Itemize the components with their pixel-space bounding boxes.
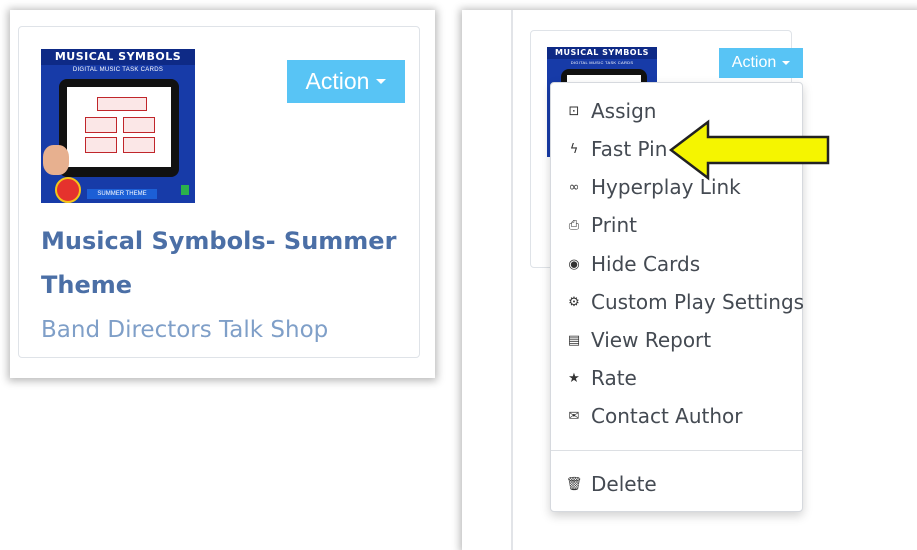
menu-item-label: Fast Pin (591, 137, 668, 161)
assign-icon: ⊡ (568, 103, 580, 119)
right-screenshot-panel: MUSICAL SYMBOLS DIGITAL MUSIC TASK CARDS… (462, 10, 917, 550)
action-button-label: Action (731, 54, 777, 71)
envelope-icon: ✉ (568, 408, 580, 424)
gear-icon: ⚙ (568, 294, 580, 310)
screen-question-box (97, 97, 147, 111)
thumbnail-theme-label: SUMMER THEME (87, 189, 157, 199)
menu-item-delete[interactable]: 🗑 Delete (565, 469, 657, 499)
menu-divider (551, 450, 802, 451)
thumbnail-subtitle: DIGITAL MUSIC TASK CARDS (570, 60, 634, 65)
sidebar-divider (511, 10, 513, 550)
eye-icon: ◉ (568, 256, 580, 272)
screen-answer-box (123, 117, 155, 133)
left-screenshot-panel: MUSICAL SYMBOLS DIGITAL MUSIC TASK CARDS… (10, 10, 435, 378)
tablet-image (59, 79, 179, 177)
action-dropdown-button[interactable]: Action (287, 60, 405, 103)
screen-answer-box (123, 137, 155, 153)
caret-down-icon (782, 61, 791, 65)
thumbnail-title: MUSICAL SYMBOLS (547, 47, 657, 59)
bolt-icon: ϟ (569, 141, 579, 157)
menu-item-label: Custom Play Settings (591, 290, 805, 314)
badge-icon (55, 177, 81, 203)
menu-item-contact-author[interactable]: ✉ Contact Author (565, 401, 743, 431)
screen-answer-box (85, 117, 117, 133)
menu-item-fast-pin[interactable]: ϟ Fast Pin (565, 134, 668, 164)
menu-item-label: Rate (591, 366, 637, 390)
deck-title[interactable]: Musical Symbols- Summer Theme (41, 219, 401, 307)
deck-author[interactable]: Band Directors Talk Shop (41, 317, 328, 343)
hand-image (43, 145, 69, 175)
star-icon: ★ (568, 370, 580, 386)
menu-item-label: Delete (591, 472, 657, 496)
caret-down-icon (376, 79, 387, 84)
decorative-dot (181, 185, 189, 195)
menu-item-label: Assign (591, 99, 657, 123)
menu-item-custom-play-settings[interactable]: ⚙ Custom Play Settings (565, 287, 804, 317)
screen-answer-box (85, 137, 117, 153)
menu-item-label: Contact Author (591, 404, 743, 428)
deck-thumbnail[interactable]: MUSICAL SYMBOLS DIGITAL MUSIC TASK CARDS… (41, 49, 195, 203)
thumbnail-subtitle: DIGITAL MUSIC TASK CARDS (72, 67, 164, 73)
action-button-label: Action (305, 68, 370, 94)
deck-card: MUSICAL SYMBOLS DIGITAL MUSIC TASK CARDS… (18, 26, 420, 358)
menu-item-assign[interactable]: ⊡ Assign (565, 96, 657, 126)
menu-item-print[interactable]: ⎙ Print (565, 210, 637, 240)
thumbnail-title: MUSICAL SYMBOLS (41, 49, 195, 65)
menu-item-label: View Report (591, 328, 712, 352)
action-dropdown-button[interactable]: Action (719, 48, 803, 78)
link-icon: ∞ (568, 179, 580, 195)
tablet-screen (67, 87, 171, 167)
menu-item-label: Print (591, 213, 638, 237)
menu-item-rate[interactable]: ★ Rate (565, 363, 637, 393)
menu-item-hide-cards[interactable]: ◉ Hide Cards (565, 249, 700, 279)
menu-item-view-report[interactable]: ▤ View Report (565, 325, 711, 355)
menu-item-label: Hide Cards (591, 252, 701, 276)
print-icon: ⎙ (568, 217, 580, 233)
trash-icon: 🗑 (565, 476, 583, 492)
highlight-arrow-icon (668, 119, 830, 181)
clipboard-icon: ▤ (567, 332, 581, 348)
